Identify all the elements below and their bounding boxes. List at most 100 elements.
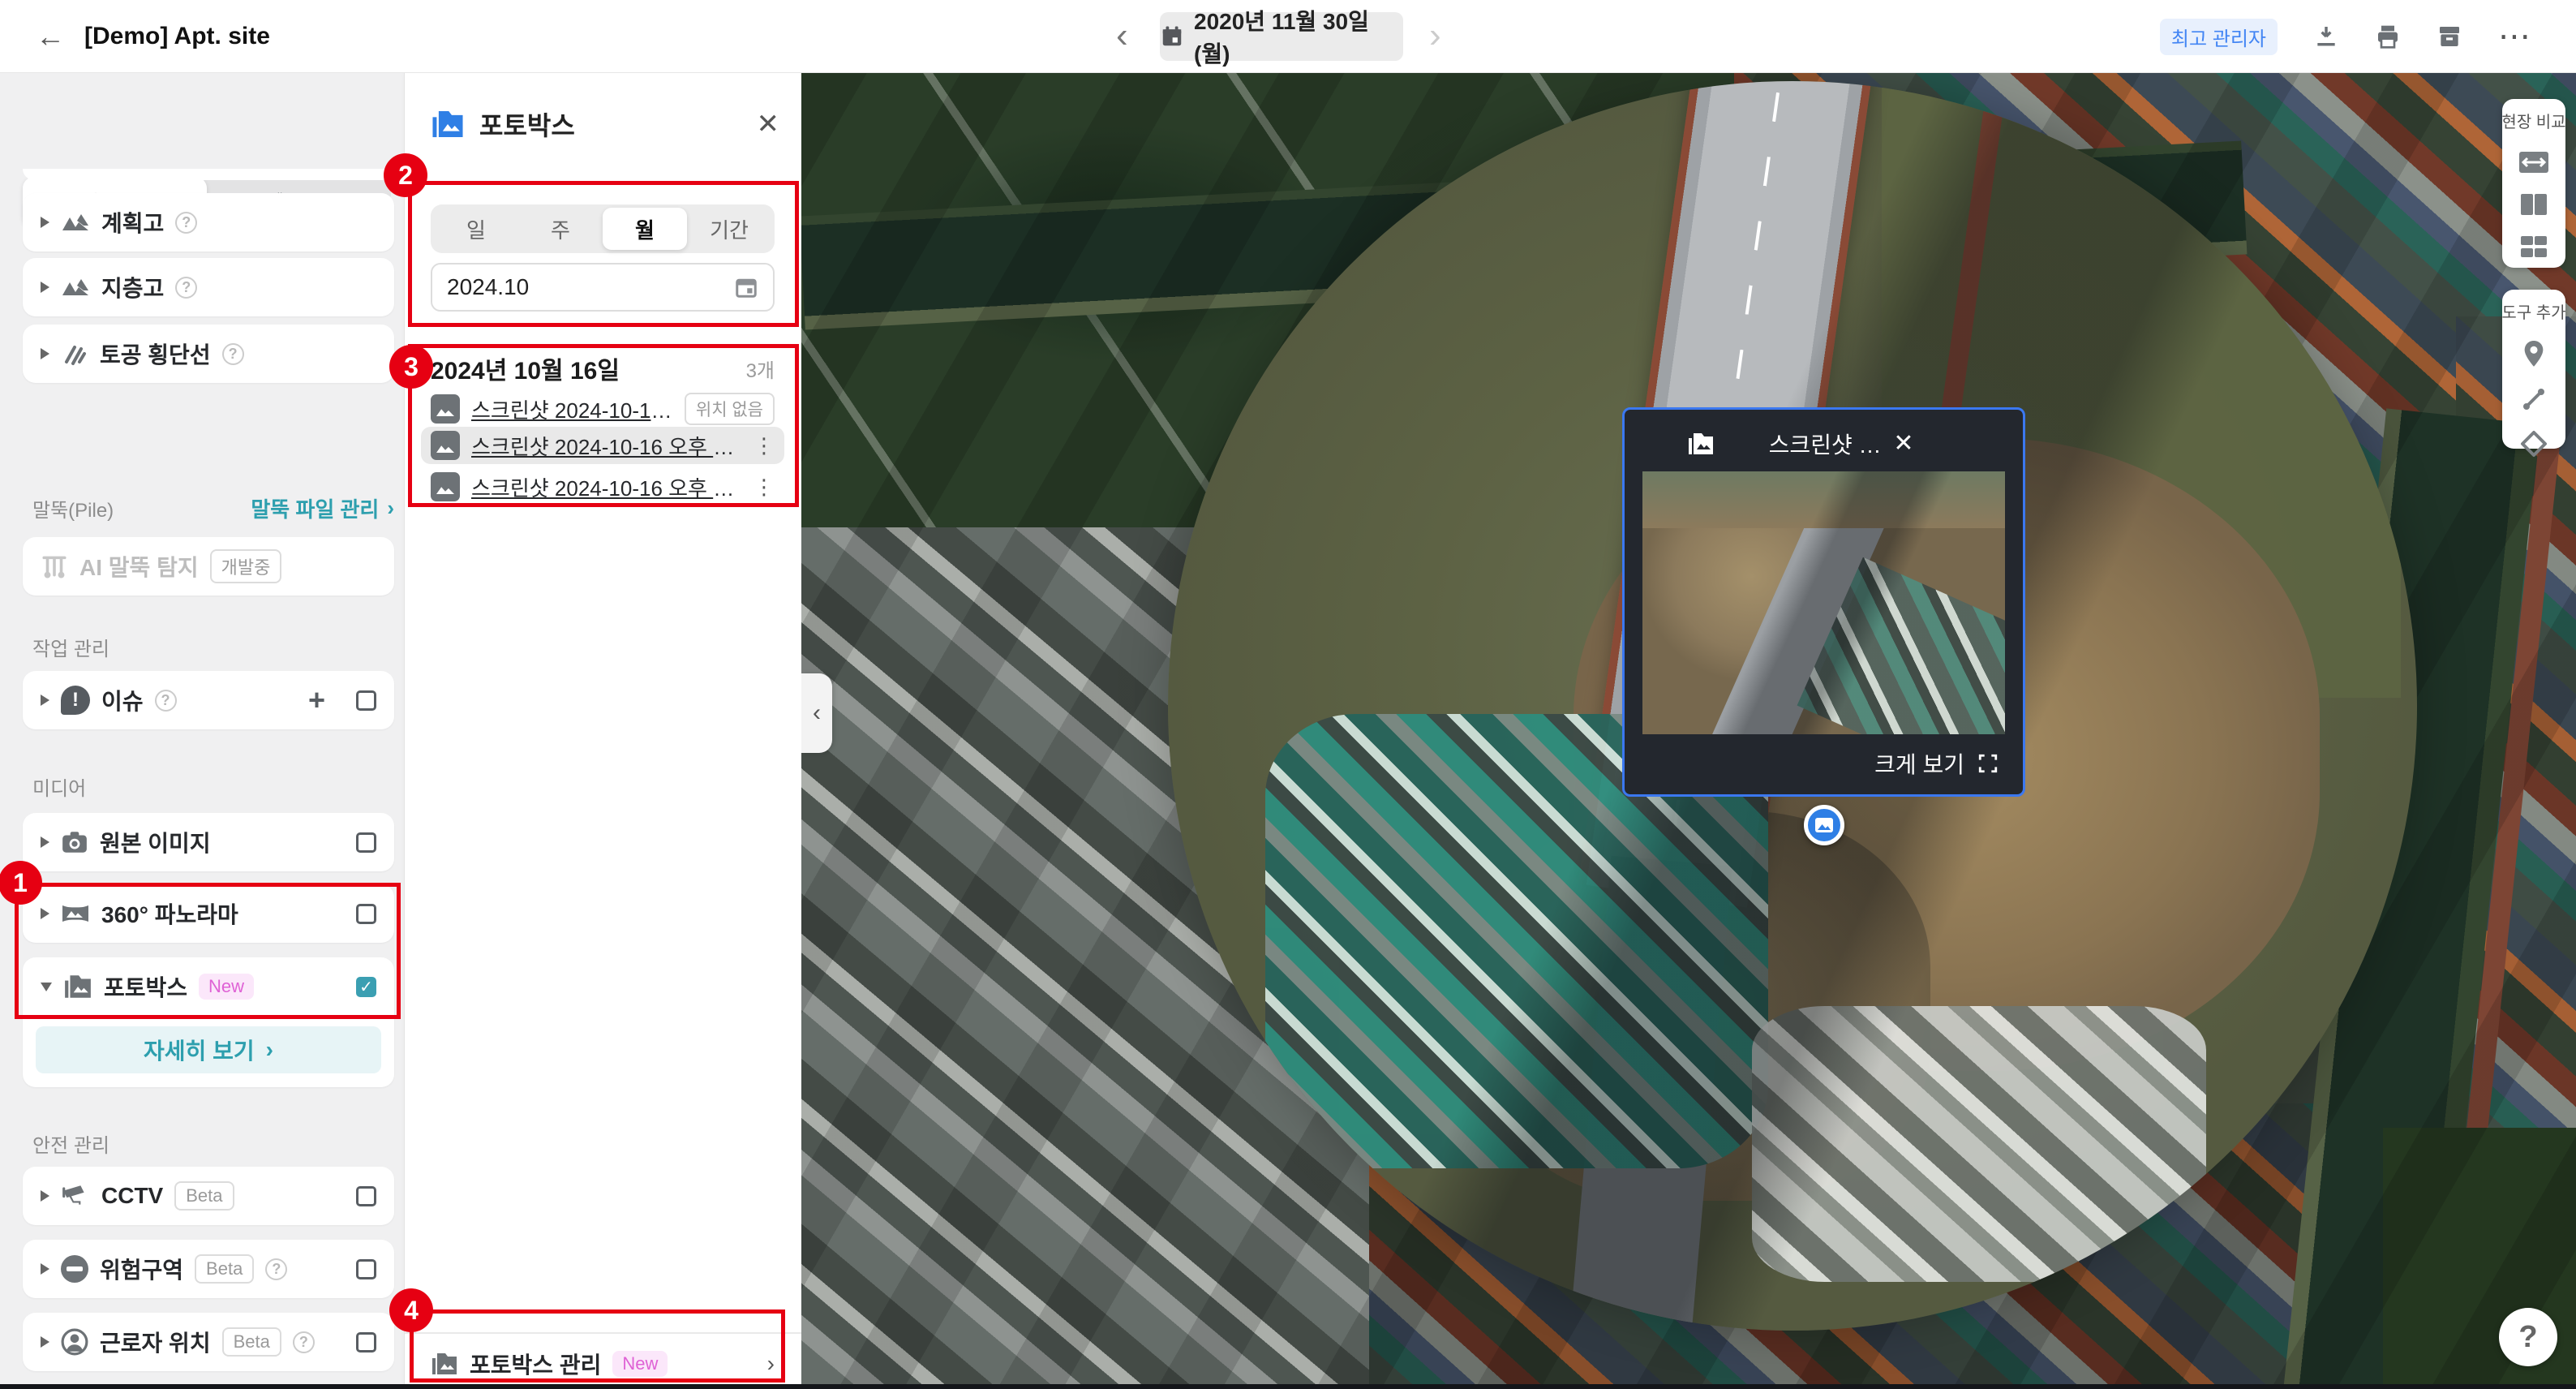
date-selector[interactable]: 2020년 11월 30일 (월) (1160, 12, 1403, 61)
help-icon[interactable]: ? (155, 690, 177, 712)
panel-title: 포토박스 (479, 105, 575, 143)
popup-title: 스크린샷 2024-10-16 오후 3.27... (1769, 428, 1883, 460)
layer-item-cross-section[interactable]: 토공 횡단선 ? (23, 325, 394, 383)
chevron-right-icon[interactable] (41, 282, 49, 293)
layer-label: 지층고 (101, 271, 164, 303)
date-prev-button[interactable]: ‹ (1116, 18, 1128, 54)
mountain-icon (61, 277, 90, 298)
help-icon[interactable]: ? (222, 343, 244, 365)
chevron-right-icon: › (266, 1037, 273, 1063)
more-menu-icon[interactable]: ⋯ (2498, 30, 2531, 43)
page-title: [Demo] Apt. site (84, 23, 270, 50)
calendar-icon (1160, 24, 1184, 49)
help-icon[interactable]: ? (175, 212, 197, 234)
annotation-rect-4 (410, 1309, 785, 1383)
chevron-right-icon[interactable] (41, 1263, 49, 1275)
preview-shadow (1642, 471, 2005, 734)
camera-icon (61, 830, 88, 854)
polygon-tool-icon[interactable] (2520, 430, 2548, 458)
danger-zone-label: 위험구역 (100, 1253, 183, 1285)
original-images-checkbox[interactable] (356, 832, 376, 853)
layer-item-ai-pile: AI 말뚝 탐지 개발중 (23, 537, 394, 596)
issue-checkbox[interactable] (356, 690, 376, 711)
help-icon[interactable]: ? (293, 1331, 315, 1353)
pile-file-manage-link[interactable]: 말뚝 파일 관리 › (251, 493, 394, 523)
detail-button-label: 자세히 보기 (144, 1034, 255, 1066)
issue-label: 이슈 (101, 684, 144, 716)
in-development-badge: 개발중 (210, 549, 282, 583)
original-images-label: 원본 이미지 (100, 826, 211, 858)
help-icon[interactable]: ? (175, 277, 197, 299)
pin-tool-icon[interactable] (2522, 341, 2545, 368)
annotation-circle-4: 4 (389, 1288, 433, 1332)
annotation-circle-1: 1 (0, 861, 42, 905)
layer-item-danger-zone[interactable]: 위험구역 Beta ? (23, 1240, 394, 1298)
layer-label: 계획고 (101, 206, 164, 239)
download-icon[interactable] (2313, 24, 2339, 49)
photobox-icon (1644, 432, 1758, 456)
close-icon[interactable]: ✕ (757, 110, 780, 138)
print-icon[interactable] (2375, 24, 2401, 49)
ai-pile-label: AI 말뚝 탐지 (79, 550, 199, 583)
cctv-checkbox[interactable] (356, 1186, 376, 1206)
panel-collapse-handle[interactable]: ‹ (801, 673, 832, 753)
layer-item-cctv[interactable]: CCTV Beta (23, 1167, 394, 1225)
help-button[interactable]: ? (2499, 1308, 2557, 1366)
chevron-right-icon[interactable] (41, 217, 49, 228)
beta-badge: Beta (222, 1327, 281, 1357)
chevron-right-icon[interactable] (41, 694, 49, 706)
date-label: 2020년 11월 30일 (월) (1194, 4, 1403, 69)
role-badge: 최고 관리자 (2160, 19, 2278, 55)
popup-enlarge-button[interactable]: 크게 보기 (1874, 747, 1999, 780)
worker-icon (61, 1328, 88, 1356)
chevron-right-icon[interactable] (41, 1190, 49, 1202)
split-two-icon[interactable] (2519, 192, 2548, 217)
add-tools-card: 도구 추가 (2502, 290, 2565, 449)
map-canvas[interactable]: ‹ 스크린샷 2024-10-16 오후 3.27... ✕ 크게 보기 (801, 73, 2576, 1389)
add-issue-button[interactable]: + (308, 686, 325, 715)
close-icon[interactable]: ✕ (1893, 432, 2007, 456)
archive-icon[interactable] (2436, 24, 2462, 49)
pile-file-manage-label: 말뚝 파일 관리 (251, 493, 379, 523)
cctv-label: CCTV (101, 1183, 163, 1209)
swipe-compare-icon[interactable] (2518, 150, 2550, 174)
danger-zone-checkbox[interactable] (356, 1259, 376, 1279)
chevron-right-icon[interactable] (41, 348, 49, 359)
chevron-right-icon[interactable] (41, 1336, 49, 1348)
section-title-pile: 말뚝(Pile) (32, 494, 114, 522)
layer-sidebar: 2D 3D 계획고 ? 지층고 ? (0, 73, 404, 1389)
popup-preview-image[interactable] (1642, 471, 2005, 734)
annotation-rect-1 (15, 883, 401, 1019)
window-bottom-edge (0, 1384, 2576, 1389)
photobox-detail-button[interactable]: 자세히 보기 › (36, 1026, 381, 1073)
photobox-panel-icon (431, 109, 465, 140)
date-next-button[interactable]: › (1429, 18, 1441, 54)
measure-line-icon[interactable] (2521, 386, 2547, 412)
cctv-icon (61, 1184, 90, 1208)
split-four-icon[interactable] (2519, 234, 2548, 259)
photobox-map-marker[interactable] (1804, 805, 1844, 845)
back-icon[interactable]: ← (36, 22, 65, 51)
layer-item-issue[interactable]: ! 이슈 ? + (23, 671, 394, 729)
help-icon[interactable]: ? (265, 1258, 287, 1280)
layer-item-strata-elevation[interactable]: 지층고 ? (23, 258, 394, 316)
beta-badge: Beta (195, 1254, 254, 1284)
scrolled-card-sliver (23, 169, 394, 180)
site-compare-card: 현장 비교 (2502, 99, 2565, 268)
app-root: ← [Demo] Apt. site ‹ 2020년 11월 30일 (월) ›… (0, 0, 2576, 1389)
layer-item-worker-location[interactable]: 근로자 위치 Beta ? (23, 1313, 394, 1371)
screenshot-popup: 스크린샷 2024-10-16 오후 3.27... ✕ 크게 보기 (1622, 407, 2025, 797)
mountain-icon (61, 212, 90, 233)
expand-icon (1977, 753, 1999, 774)
top-bar: ← [Demo] Apt. site ‹ 2020년 11월 30일 (월) ›… (0, 0, 2576, 73)
layer-label: 토공 횡단선 (100, 338, 211, 370)
chevron-right-icon[interactable] (41, 836, 49, 848)
section-title-safety: 안전 관리 (32, 1129, 109, 1158)
cross-section-icon (61, 341, 88, 367)
layer-item-plan-elevation[interactable]: 계획고 ? (23, 193, 394, 252)
worker-location-checkbox[interactable] (356, 1332, 376, 1352)
pile-icon (41, 553, 68, 580)
layer-item-original-images[interactable]: 원본 이미지 (23, 813, 394, 871)
section-title-media: 미디어 (32, 772, 86, 801)
annotation-circle-2: 2 (384, 153, 427, 197)
